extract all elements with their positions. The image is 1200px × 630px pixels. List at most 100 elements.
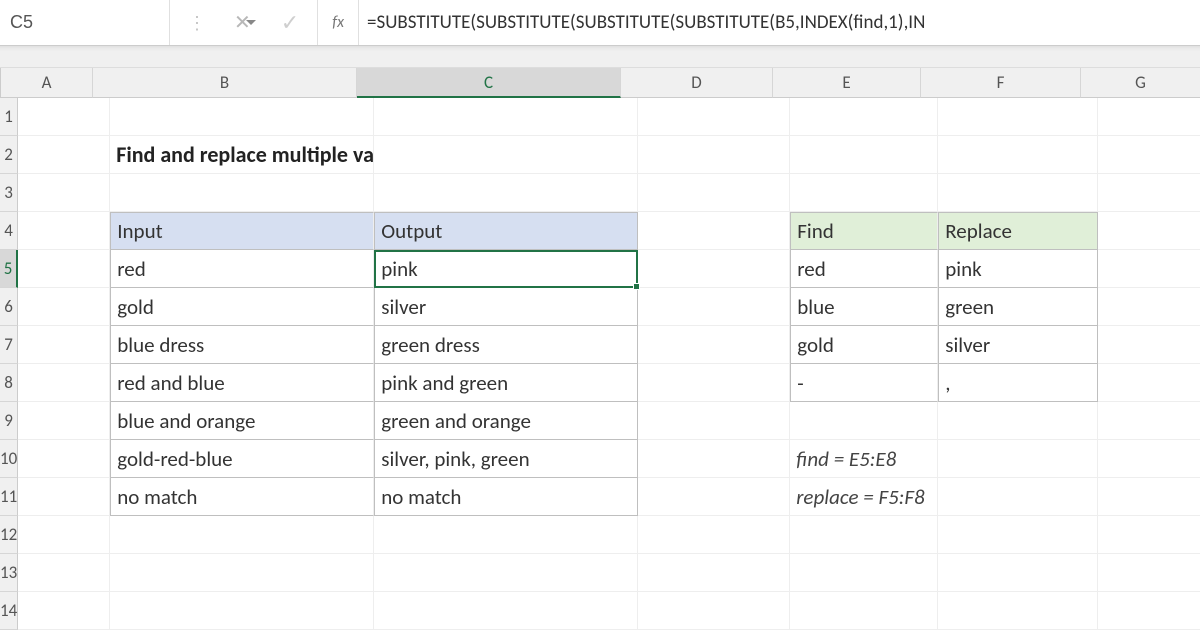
row-header-1[interactable]: 1 xyxy=(0,98,18,136)
cell-C2[interactable] xyxy=(374,136,638,174)
cell-D9[interactable] xyxy=(638,402,790,440)
cell-F2[interactable] xyxy=(938,136,1098,174)
cell-F4[interactable]: Replace xyxy=(938,212,1098,250)
cell-C13[interactable] xyxy=(374,554,638,592)
cell-A5[interactable] xyxy=(18,250,110,288)
cell-C6[interactable]: silver xyxy=(374,288,638,326)
row-header-11[interactable]: 11 xyxy=(0,478,18,516)
cell-B14[interactable] xyxy=(110,592,374,630)
cell-B9[interactable]: blue and orange xyxy=(110,402,374,440)
row-header-13[interactable]: 13 xyxy=(0,554,18,592)
cell-E2[interactable] xyxy=(790,136,938,174)
cell-F6[interactable]: green xyxy=(938,288,1098,326)
cell-A8[interactable] xyxy=(18,364,110,402)
cell-F8[interactable]: , xyxy=(938,364,1098,402)
cell-G12[interactable] xyxy=(1098,516,1200,554)
col-header-D[interactable]: D xyxy=(621,68,773,98)
cell-G11[interactable] xyxy=(1098,478,1200,516)
cell-A11[interactable] xyxy=(18,478,110,516)
cell-D3[interactable] xyxy=(638,174,790,212)
cell-E7[interactable]: gold xyxy=(790,326,938,364)
fx-icon[interactable]: fx xyxy=(318,0,359,45)
cell-A14[interactable] xyxy=(18,592,110,630)
cell-B4[interactable]: Input xyxy=(110,212,374,250)
cell-F13[interactable] xyxy=(938,554,1098,592)
cell-A13[interactable] xyxy=(18,554,110,592)
cell-B6[interactable]: gold xyxy=(110,288,374,326)
chevron-down-icon[interactable] xyxy=(246,20,256,25)
cell-D11[interactable] xyxy=(638,478,790,516)
name-box-container[interactable] xyxy=(0,0,170,45)
row-header-14[interactable]: 14 xyxy=(0,592,18,630)
cell-E1[interactable] xyxy=(790,98,938,136)
cell-D12[interactable] xyxy=(638,516,790,554)
cell-E5[interactable]: red xyxy=(790,250,938,288)
col-header-E[interactable]: E xyxy=(773,68,921,98)
cell-G10[interactable] xyxy=(1098,440,1200,478)
cell-D2[interactable] xyxy=(638,136,790,174)
row-header-9[interactable]: 9 xyxy=(0,402,18,440)
cell-E6[interactable]: blue xyxy=(790,288,938,326)
cell-C11[interactable]: no match xyxy=(374,478,638,516)
cell-G9[interactable] xyxy=(1098,402,1200,440)
cell-D13[interactable] xyxy=(638,554,790,592)
cell-C8[interactable]: pink and green xyxy=(374,364,638,402)
cell-A12[interactable] xyxy=(18,516,110,554)
cell-B7[interactable]: blue dress xyxy=(110,326,374,364)
cell-D6[interactable] xyxy=(638,288,790,326)
cell-G2[interactable] xyxy=(1098,136,1200,174)
cell-C1[interactable] xyxy=(374,98,638,136)
cell-C12[interactable] xyxy=(374,516,638,554)
cell-E3[interactable] xyxy=(790,174,938,212)
cell-G5[interactable] xyxy=(1098,250,1200,288)
cell-B13[interactable] xyxy=(110,554,374,592)
col-header-G[interactable]: G xyxy=(1081,68,1200,98)
select-all-corner[interactable] xyxy=(0,68,1,98)
cell-E13[interactable] xyxy=(790,554,938,592)
cell-C5[interactable]: pink xyxy=(374,250,638,288)
row-header-3[interactable]: 3 xyxy=(0,174,18,212)
cell-E4[interactable]: Find xyxy=(790,212,938,250)
cell-G4[interactable] xyxy=(1098,212,1200,250)
cell-A4[interactable] xyxy=(18,212,110,250)
cell-F7[interactable]: silver xyxy=(938,326,1098,364)
col-header-F[interactable]: F xyxy=(921,68,1081,98)
cell-B1[interactable] xyxy=(110,98,374,136)
row-header-12[interactable]: 12 xyxy=(0,516,18,554)
row-header-4[interactable]: 4 xyxy=(0,212,18,250)
cell-D5[interactable] xyxy=(638,250,790,288)
cell-C10[interactable]: silver, pink, green xyxy=(374,440,638,478)
col-header-A[interactable]: A xyxy=(1,68,93,98)
cell-G7[interactable] xyxy=(1098,326,1200,364)
row-header-7[interactable]: 7 xyxy=(0,326,18,364)
cell-G13[interactable] xyxy=(1098,554,1200,592)
cell-D8[interactable] xyxy=(638,364,790,402)
cell-G8[interactable] xyxy=(1098,364,1200,402)
cell-A9[interactable] xyxy=(18,402,110,440)
row-header-5[interactable]: 5 xyxy=(0,250,18,288)
col-header-B[interactable]: B xyxy=(93,68,357,98)
cell-G1[interactable] xyxy=(1098,98,1200,136)
cell-A6[interactable] xyxy=(18,288,110,326)
cell-C9[interactable]: green and orange xyxy=(374,402,638,440)
cell-C7[interactable]: green dress xyxy=(374,326,638,364)
cell-B11[interactable]: no match xyxy=(110,478,374,516)
cell-D1[interactable] xyxy=(638,98,790,136)
cell-B8[interactable]: red and blue xyxy=(110,364,374,402)
cell-F12[interactable] xyxy=(938,516,1098,554)
cell-A2[interactable] xyxy=(18,136,110,174)
cell-F14[interactable] xyxy=(938,592,1098,630)
cell-C3[interactable] xyxy=(374,174,638,212)
row-header-2[interactable]: 2 xyxy=(0,136,18,174)
cell-F10[interactable] xyxy=(938,440,1098,478)
cell-D10[interactable] xyxy=(638,440,790,478)
cell-D14[interactable] xyxy=(638,592,790,630)
enter-icon[interactable]: ✓ xyxy=(281,9,299,36)
cell-A7[interactable] xyxy=(18,326,110,364)
name-box[interactable] xyxy=(10,12,242,33)
cell-B10[interactable]: gold-red-blue xyxy=(110,440,374,478)
cell-E9[interactable] xyxy=(790,402,938,440)
cell-F3[interactable] xyxy=(938,174,1098,212)
col-header-C[interactable]: C xyxy=(357,68,621,98)
cell-D4[interactable] xyxy=(638,212,790,250)
